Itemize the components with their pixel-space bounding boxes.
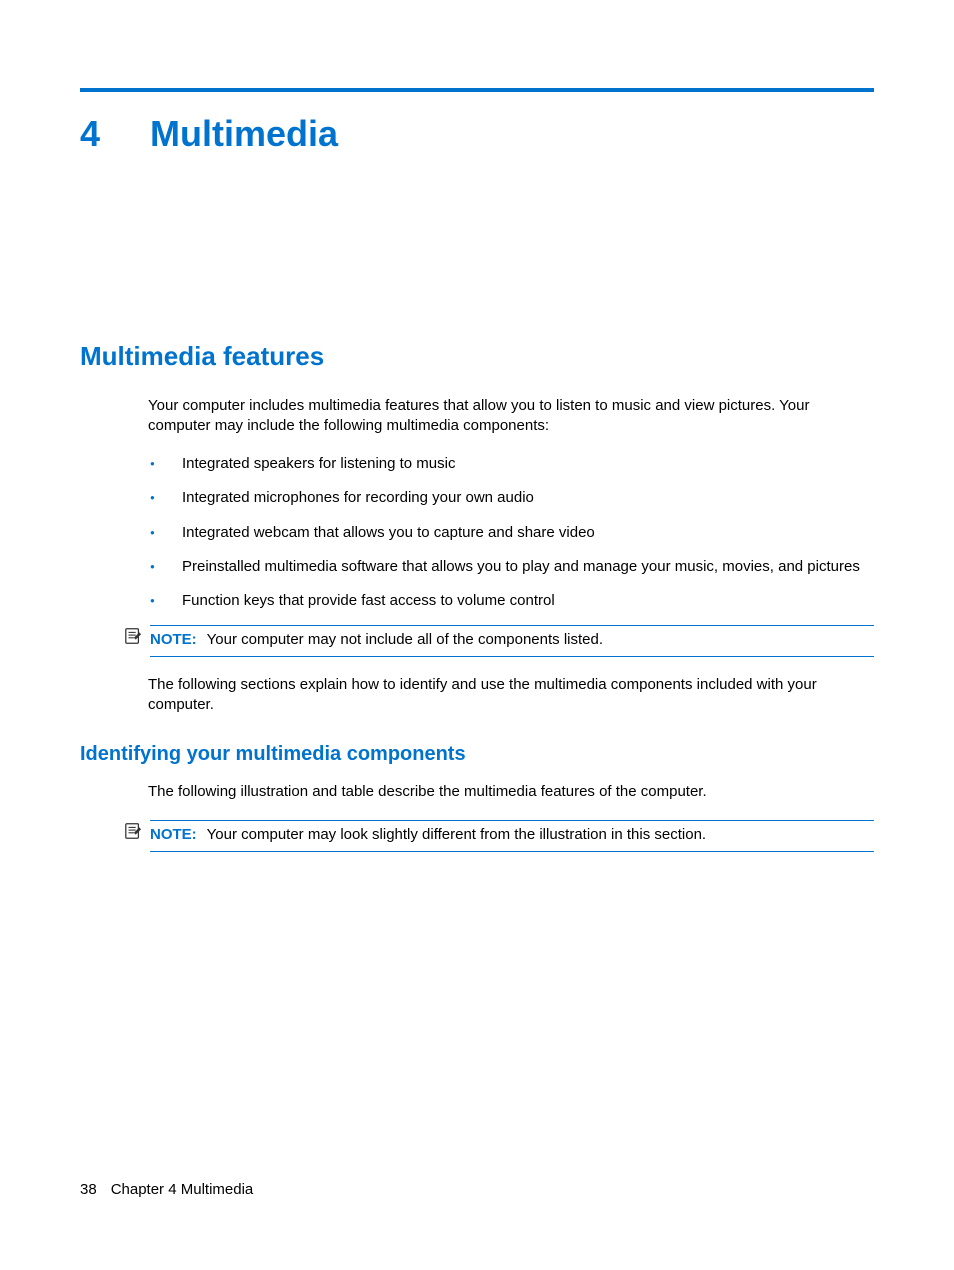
features-list: Integrated speakers for listening to mus…: [148, 454, 874, 611]
section2-intro: The following illustration and table des…: [148, 782, 874, 802]
footer-text: Chapter 4 Multimedia: [111, 1181, 254, 1198]
chapter-title: Multimedia: [150, 110, 338, 159]
chapter-number: 4: [80, 110, 150, 159]
page: 4 Multimedia Multimedia features Your co…: [0, 0, 954, 1270]
chapter-heading: 4 Multimedia: [80, 110, 874, 159]
list-item: Integrated microphones for recording you…: [148, 488, 874, 508]
page-number: 38: [80, 1181, 97, 1198]
note-icon: [124, 822, 144, 846]
note-row-2: NOTE: Your computer may look slightly dif…: [124, 820, 874, 851]
note-row-1: NOTE: Your computer may not include all o…: [124, 625, 874, 656]
list-item: Integrated webcam that allows you to cap…: [148, 523, 874, 543]
list-item: Preinstalled multimedia software that al…: [148, 557, 874, 577]
note-text: Your computer may not include all of the…: [207, 631, 603, 648]
note-text: Your computer may look slightly differen…: [207, 826, 706, 843]
note-label: NOTE:: [150, 826, 197, 843]
note-box-1: NOTE: Your computer may not include all o…: [150, 625, 874, 656]
chapter-top-rule: [80, 88, 874, 92]
note-box-2: NOTE: Your computer may look slightly dif…: [150, 820, 874, 851]
section-heading-multimedia-features: Multimedia features: [80, 339, 874, 374]
section-heading-identifying: Identifying your multimedia components: [80, 741, 874, 768]
section2-body: The following illustration and table des…: [148, 782, 874, 802]
note-label: NOTE:: [150, 631, 197, 648]
list-item: Integrated speakers for listening to mus…: [148, 454, 874, 474]
section1-closing-block: The following sections explain how to id…: [148, 675, 874, 716]
section1-intro: Your computer includes multimedia featur…: [148, 396, 874, 437]
section1-closing: The following sections explain how to id…: [148, 675, 874, 716]
list-item: Function keys that provide fast access t…: [148, 591, 874, 611]
page-footer: 38 Chapter 4 Multimedia: [80, 1180, 253, 1200]
section1-body: Your computer includes multimedia featur…: [148, 396, 874, 612]
note-icon: [124, 627, 144, 651]
